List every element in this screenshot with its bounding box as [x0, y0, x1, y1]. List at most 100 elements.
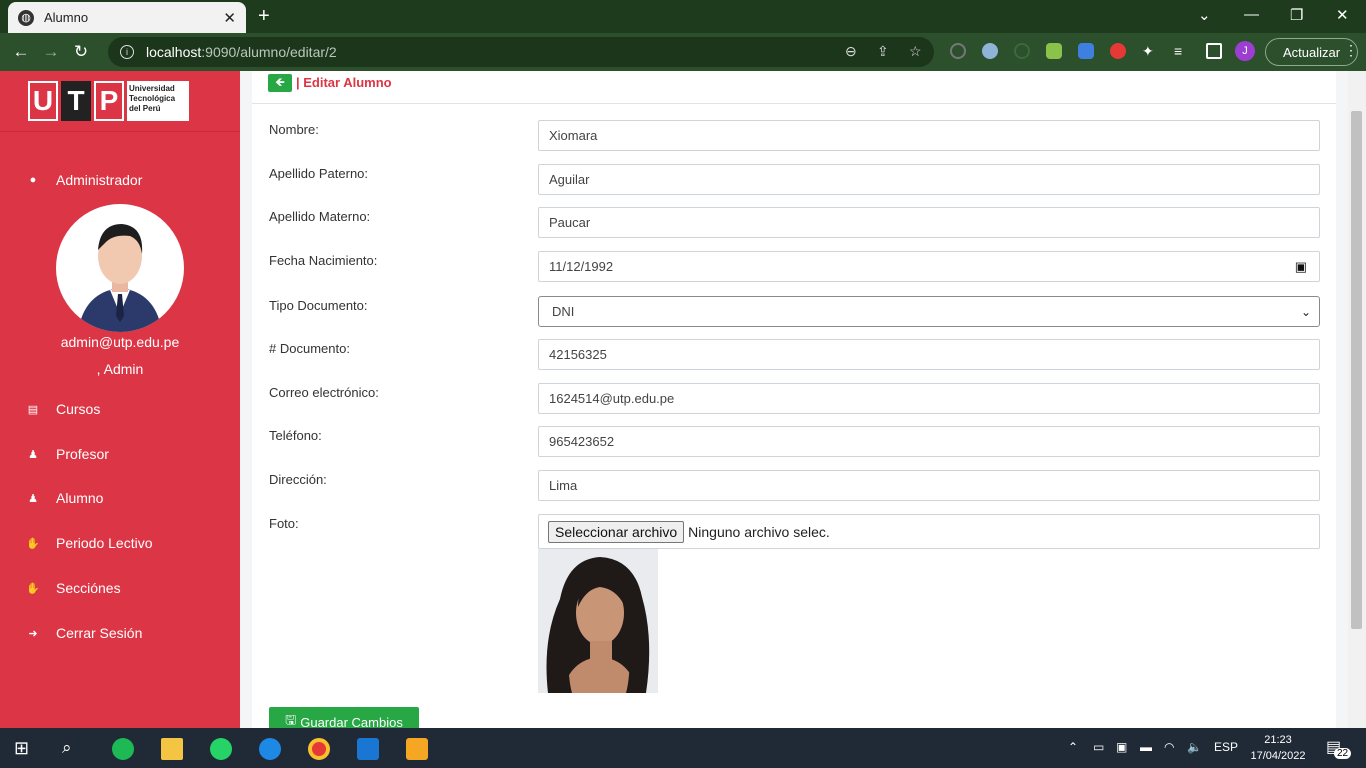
edge-icon[interactable]	[259, 738, 281, 760]
back-icon[interactable]: ←	[6, 42, 36, 62]
fecha-nacimiento-input[interactable]: 11/12/1992 ▣	[538, 251, 1320, 282]
nombre-label: Nombre:	[269, 122, 319, 137]
address-bar[interactable]: i localhost:9090/alumno/editar/2 ⊖ ⇪ ☆	[108, 37, 934, 67]
foto-label: Foto:	[269, 516, 299, 531]
zoom-icon[interactable]: ⊖	[845, 43, 857, 60]
page-scrollbar[interactable]	[1348, 71, 1366, 728]
calendar-icon[interactable]: ▣	[1295, 259, 1307, 275]
telefono-label: Teléfono:	[269, 428, 322, 443]
logo-letter: U	[28, 81, 58, 121]
sidebar-item-cursos[interactable]: ▤ Cursos	[26, 401, 101, 417]
download-extension-icon[interactable]	[1046, 43, 1062, 59]
file-status: Ninguno archivo selec.	[688, 523, 830, 540]
share-icon[interactable]: ⇪	[877, 43, 889, 60]
browser-tab-bar: ◍ Alumno ✕ + ⌄ — ❐ ✕	[0, 0, 1366, 33]
admin-label-text: Administrador	[56, 172, 143, 188]
documento-label: # Documento:	[269, 341, 350, 356]
app-icon[interactable]	[406, 738, 428, 760]
chevron-up-icon[interactable]: ⌃	[1068, 740, 1078, 754]
back-arrow-button[interactable]: 🡸	[268, 74, 292, 92]
screen-capture-icon[interactable]	[1078, 43, 1094, 59]
foto-file-input[interactable]: Seleccionar archivo Ninguno archivo sele…	[538, 514, 1320, 549]
sidepanel-icon[interactable]	[1206, 43, 1222, 59]
apellido-paterno-input[interactable]: Aguilar	[538, 164, 1320, 195]
playlist-icon[interactable]: ≡	[1174, 43, 1190, 59]
tab-search-icon[interactable]: ⌄	[1198, 6, 1211, 24]
sidebar-item-label: Alumno	[56, 490, 104, 506]
page-title: | Editar Alumno	[296, 75, 392, 90]
battery-icon[interactable]: ▬	[1140, 740, 1152, 754]
student-photo	[538, 549, 658, 693]
youtube-icon[interactable]	[1110, 43, 1126, 59]
extension-icon[interactable]	[950, 43, 966, 59]
menu-icon[interactable]: ⋮	[1344, 42, 1358, 59]
whatsapp-icon[interactable]	[210, 738, 232, 760]
logout-icon: ➜	[28, 627, 38, 640]
direccion-input[interactable]: Lima	[538, 470, 1320, 501]
search-icon[interactable]: ⌕	[62, 738, 84, 760]
vscode-icon[interactable]	[357, 738, 379, 760]
extension-icon[interactable]	[982, 43, 998, 59]
windows-start-icon[interactable]: ⊞	[14, 738, 36, 760]
avatar	[56, 204, 184, 332]
tray-app-icon[interactable]: ▣	[1116, 740, 1127, 754]
card-header: 🡸 | Editar Alumno	[252, 71, 1336, 104]
sidebar-item-label: Periodo Lectivo	[56, 535, 153, 551]
sidebar-item-cerrar-sesion[interactable]: ➜ Cerrar Sesión	[26, 625, 142, 641]
sidebar-item-profesor[interactable]: ♟ Profesor	[26, 446, 109, 462]
browser-toolbar: ← → ↻ i localhost:9090/alumno/editar/2 ⊖…	[0, 33, 1366, 71]
profile-avatar[interactable]: J	[1235, 41, 1255, 61]
star-icon[interactable]: ☆	[909, 43, 922, 60]
restore-icon[interactable]: ❐	[1290, 6, 1303, 24]
sidebar-item-label: Secciónes	[56, 580, 121, 596]
sidebar-item-label: Cerrar Sesión	[56, 625, 143, 641]
user-email: admin@utp.edu.pe	[60, 334, 180, 350]
close-window-icon[interactable]: ✕	[1336, 6, 1349, 24]
nombre-input[interactable]: Xiomara	[538, 120, 1320, 151]
info-icon[interactable]: i	[120, 45, 134, 59]
clock-date: 17/04/2022	[1250, 750, 1306, 762]
spotify-icon[interactable]	[112, 738, 134, 760]
meet-icon[interactable]: ▭	[1093, 740, 1104, 754]
new-tab-icon[interactable]: +	[258, 5, 270, 28]
direccion-label: Dirección:	[269, 472, 327, 487]
url-host: localhost	[146, 44, 202, 60]
close-tab-icon[interactable]: ✕	[223, 9, 236, 27]
apellido-paterno-label: Apellido Paterno:	[269, 166, 369, 181]
logo-letter: P	[94, 81, 124, 121]
correo-input[interactable]: 1624514@utp.edu.pe	[538, 383, 1320, 414]
puzzle-icon[interactable]: ✦	[1142, 43, 1158, 59]
tipo-documento-select[interactable]: DNI ⌄	[538, 296, 1320, 327]
tab-title: Alumno	[44, 10, 89, 25]
reload-icon[interactable]: ↻	[66, 42, 96, 62]
apellido-materno-input[interactable]: Paucar	[538, 207, 1320, 238]
fecha-nacimiento-label: Fecha Nacimiento:	[269, 253, 378, 268]
scrollbar-thumb[interactable]	[1351, 111, 1362, 629]
sidebar: U T P Universidad Tecnológica del Perú ●…	[0, 71, 240, 728]
forward-icon[interactable]: →	[36, 42, 66, 62]
utp-logo: U T P Universidad Tecnológica del Perú	[28, 81, 211, 121]
chrome-icon[interactable]	[308, 738, 330, 760]
select-file-button[interactable]: Seleccionar archivo	[548, 520, 685, 543]
file-explorer-icon[interactable]	[161, 738, 183, 760]
sidebar-item-periodo-lectivo[interactable]: ✋ Periodo Lectivo	[26, 535, 153, 551]
sidebar-item-label: Cursos	[56, 401, 101, 417]
documento-input[interactable]: 42156325	[538, 339, 1320, 370]
extension-icon[interactable]	[1014, 43, 1030, 59]
tipo-documento-label: Tipo Documento:	[269, 298, 368, 313]
volume-icon[interactable]: 🔈	[1187, 740, 1202, 754]
logo-letter: T	[61, 81, 91, 121]
browser-tab[interactable]: ◍ Alumno ✕	[8, 2, 246, 33]
hand-icon: ✋	[26, 537, 40, 550]
minimize-icon[interactable]: —	[1244, 6, 1259, 23]
wifi-icon[interactable]: ◠	[1164, 740, 1174, 754]
correo-label: Correo electrónico:	[269, 385, 379, 400]
telefono-input[interactable]: 965423652	[538, 426, 1320, 457]
language-indicator[interactable]: ESP	[1214, 740, 1238, 754]
sidebar-item-alumno[interactable]: ♟ Alumno	[26, 490, 103, 506]
notification-count: 22	[1334, 748, 1352, 759]
windows-taskbar: ⊞ ⌕ ⌃ ▭ ▣ ▬ ◠ 🔈 ESP 21:23 17/04/2022 ▤ 2…	[0, 728, 1366, 768]
sidebar-item-secciones[interactable]: ✋ Secciónes	[26, 580, 121, 596]
globe-icon: ◍	[18, 9, 34, 26]
clock[interactable]: 21:23 17/04/2022	[1250, 732, 1306, 764]
